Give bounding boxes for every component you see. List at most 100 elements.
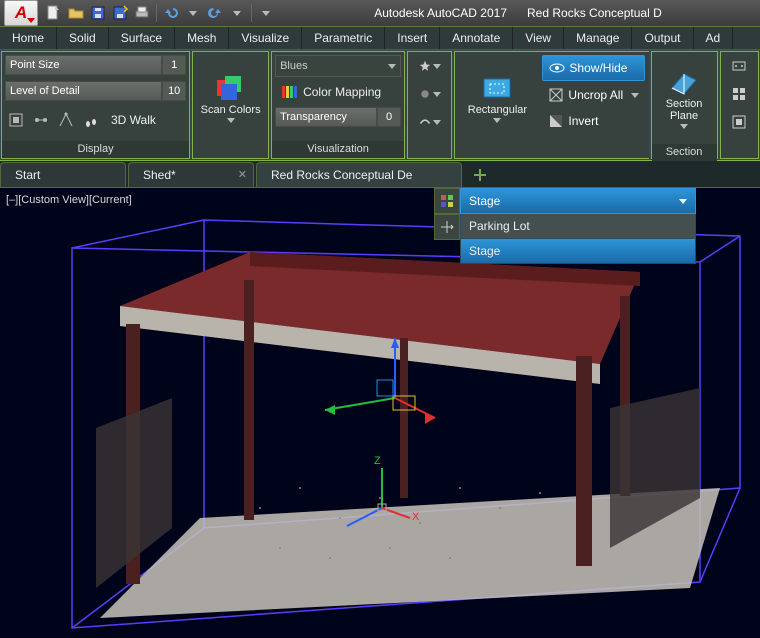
qat-plot-icon[interactable] (132, 3, 152, 23)
doctab-shed[interactable]: Shed*✕ (128, 162, 254, 187)
chevron-down-icon (680, 124, 688, 129)
uncrop-all-button[interactable]: Uncrop All (542, 83, 645, 107)
tab-mesh[interactable]: Mesh (175, 27, 229, 49)
quick-access-toolbar (44, 3, 276, 23)
doctab-start[interactable]: Start (0, 162, 126, 187)
effect-3-icon[interactable] (419, 111, 441, 133)
document-tabs: Start Shed*✕ Red Rocks Conceptual De (0, 161, 760, 188)
tab-output[interactable]: Output (632, 27, 693, 49)
dropdown-selected-label: Stage (469, 194, 500, 208)
crop-rectangular-button[interactable]: Rectangular (458, 55, 536, 141)
show-hide-button[interactable]: Show/Hide (542, 55, 645, 81)
tab-parametric[interactable]: Parametric (302, 27, 385, 49)
color-mapping-label: Color Mapping (303, 85, 381, 99)
tab-solid[interactable]: Solid (57, 27, 109, 49)
panel-display-title: Display (2, 141, 189, 158)
transparency-value[interactable]: 0 (377, 107, 401, 127)
color-mapping-button[interactable]: Color Mapping (275, 81, 401, 103)
pointcloud-dropdown: Stage Parking Lot Stage (460, 188, 696, 264)
tab-annotate[interactable]: Annotate (440, 27, 513, 49)
effect-2-icon[interactable] (419, 83, 441, 105)
qat-customize-icon[interactable] (256, 3, 276, 23)
chevron-down-icon (631, 93, 639, 98)
invert-icon (548, 113, 564, 129)
panel-scan-colors: Scan Colors (192, 51, 269, 159)
tab-insert[interactable]: Insert (385, 27, 440, 49)
panel-display: Point Size 1 Level of Detail 10 3D Walk … (1, 51, 190, 159)
section-plane-icon (668, 68, 700, 96)
qat-separator (251, 4, 252, 22)
qat-chevron-down-icon[interactable] (183, 3, 203, 23)
crop-rectangular-label: Rectangular (468, 104, 527, 116)
show-hide-label: Show/Hide (569, 61, 627, 75)
viewport[interactable]: [–][Custom View][Current] Stage Parking … (0, 188, 760, 638)
qat-saveas-icon[interactable] (110, 3, 130, 23)
doctab-redrocks[interactable]: Red Rocks Conceptual De (256, 162, 462, 187)
display-tool-2-icon[interactable] (30, 109, 52, 131)
qat-undo-icon[interactable] (161, 3, 181, 23)
qat-save-icon[interactable] (88, 3, 108, 23)
panel-section: Section Plane Section (651, 51, 718, 159)
display-tool-1-icon[interactable] (5, 109, 27, 131)
section-plane-button[interactable]: Section Plane (655, 55, 713, 141)
qat-separator (156, 4, 157, 22)
plus-icon (472, 167, 488, 183)
qat-redo-icon[interactable] (205, 3, 225, 23)
window-title: Autodesk AutoCAD 2017 Red Rocks Conceptu… (276, 6, 760, 20)
svg-text:X: X (412, 511, 420, 523)
tab-addins[interactable]: Ad (694, 27, 734, 49)
lod-value[interactable]: 10 (162, 81, 186, 101)
walk-button[interactable]: 3D Walk (105, 109, 162, 131)
lod-label: Level of Detail (5, 81, 162, 101)
doctab-label: Start (15, 168, 40, 182)
eye-icon (549, 60, 565, 76)
qat-chevron-down-icon[interactable] (227, 3, 247, 23)
tab-surface[interactable]: Surface (109, 27, 175, 49)
section-plane-label: Section Plane (666, 98, 703, 122)
misc-1-icon[interactable] (728, 55, 750, 77)
panel-visualization: Blues Color Mapping Transparency 0 Visua… (271, 51, 405, 159)
color-mapping-icon (281, 84, 297, 100)
tab-view[interactable]: View (513, 27, 564, 49)
walk-icon[interactable] (80, 109, 102, 131)
dropdown-item-parking-lot[interactable]: Parking Lot (460, 214, 696, 239)
misc-2-icon[interactable] (728, 83, 750, 105)
display-tool-3-icon[interactable] (55, 109, 77, 131)
point-size-value[interactable]: 1 (162, 55, 186, 75)
effect-1-icon[interactable] (419, 55, 441, 77)
new-tab-button[interactable] (468, 163, 492, 187)
invert-label: Invert (568, 114, 598, 128)
ribbon: Point Size 1 Level of Detail 10 3D Walk … (0, 50, 760, 161)
invert-button[interactable]: Invert (542, 109, 645, 133)
tab-visualize[interactable]: Visualize (229, 27, 302, 49)
tab-manage[interactable]: Manage (564, 27, 632, 49)
crop-rectangular-icon (481, 74, 513, 102)
misc-3-icon[interactable] (728, 111, 750, 133)
chevron-down-icon (679, 199, 687, 204)
qat-new-icon[interactable] (44, 3, 64, 23)
panel-misc (720, 51, 759, 159)
dd-icon-1[interactable] (434, 188, 460, 214)
uncrop-all-label: Uncrop All (568, 88, 623, 102)
point-size-label: Point Size (5, 55, 162, 75)
close-icon[interactable]: ✕ (238, 168, 247, 181)
dd-icon-2[interactable] (434, 214, 460, 240)
uncrop-icon (548, 87, 564, 103)
tab-home[interactable]: Home (0, 27, 57, 49)
color-scheme-combo[interactable]: Blues (275, 55, 401, 77)
title-bar: A Autodesk AutoCAD 2017 Red Rocks Concep… (0, 0, 760, 27)
transparency-label: Transparency (275, 107, 377, 127)
scan-colors-button[interactable]: Scan Colors (199, 55, 263, 141)
chevron-down-icon (388, 64, 396, 69)
panel-effects (407, 51, 452, 159)
dropdown-selected[interactable]: Stage (460, 188, 696, 214)
panel-section-title: Section (652, 144, 717, 161)
svg-text:Z: Z (374, 455, 381, 467)
qat-open-icon[interactable] (66, 3, 86, 23)
scan-colors-icon (215, 74, 247, 102)
dropdown-item-stage[interactable]: Stage (460, 239, 696, 264)
chevron-down-icon (227, 118, 235, 123)
doctab-label: Red Rocks Conceptual De (271, 168, 412, 182)
app-menu-button[interactable]: A (4, 0, 38, 26)
scan-colors-label: Scan Colors (201, 104, 261, 116)
